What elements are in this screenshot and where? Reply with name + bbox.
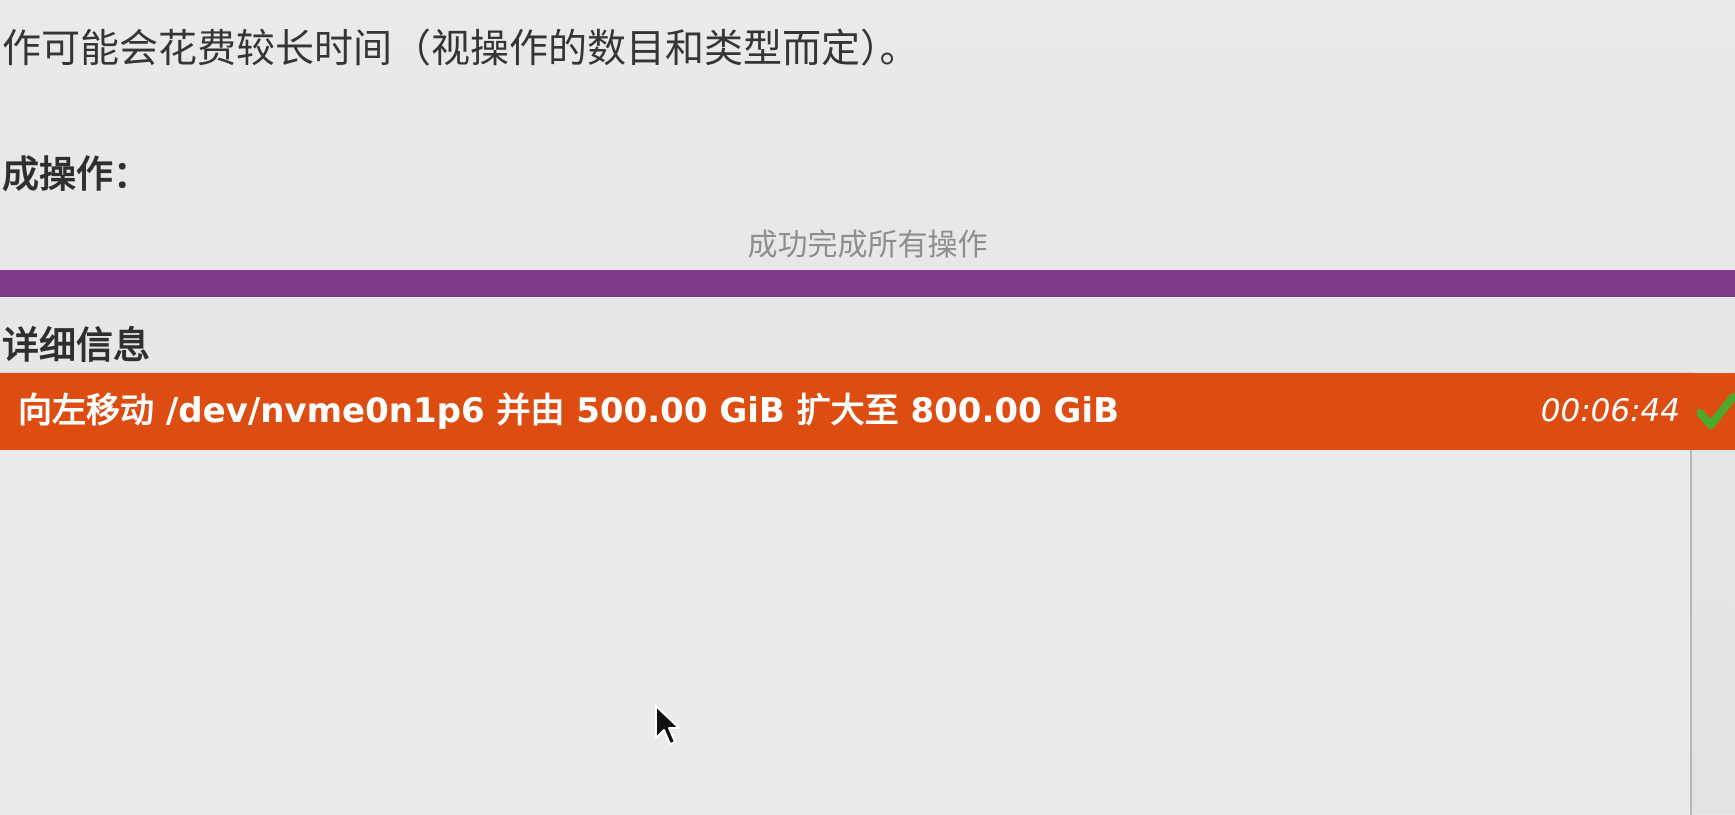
warning-text: 作可能会花费较长时间（视操作的数目和类型而定）。 [2,27,919,72]
status-text: 成功完成所有操作 [747,228,988,263]
operation-elapsed-time: 00:06:44 [1540,393,1680,429]
details-list[interactable]: 向左移动 /dev/nvme0n1p6 并由 500.00 GiB 扩大至 80… [0,372,1735,815]
completed-operations-heading: 成操作： [2,153,150,196]
operation-row[interactable]: 向左移动 /dev/nvme0n1p6 并由 500.00 GiB 扩大至 80… [0,373,1735,450]
progress-bar [0,270,1735,297]
apply-operations-dialog: 作可能会花费较长时间（视操作的数目和类型而定）。 成操作： 成功完成所有操作 详… [0,0,1735,815]
operation-description: 向左移动 /dev/nvme0n1p6 并由 500.00 GiB 扩大至 80… [18,391,1119,431]
details-expander[interactable]: 详细信息 [2,318,150,374]
check-icon [1697,393,1735,429]
mouse-pointer-icon [655,705,680,745]
progress-bar-fill [0,270,1735,297]
